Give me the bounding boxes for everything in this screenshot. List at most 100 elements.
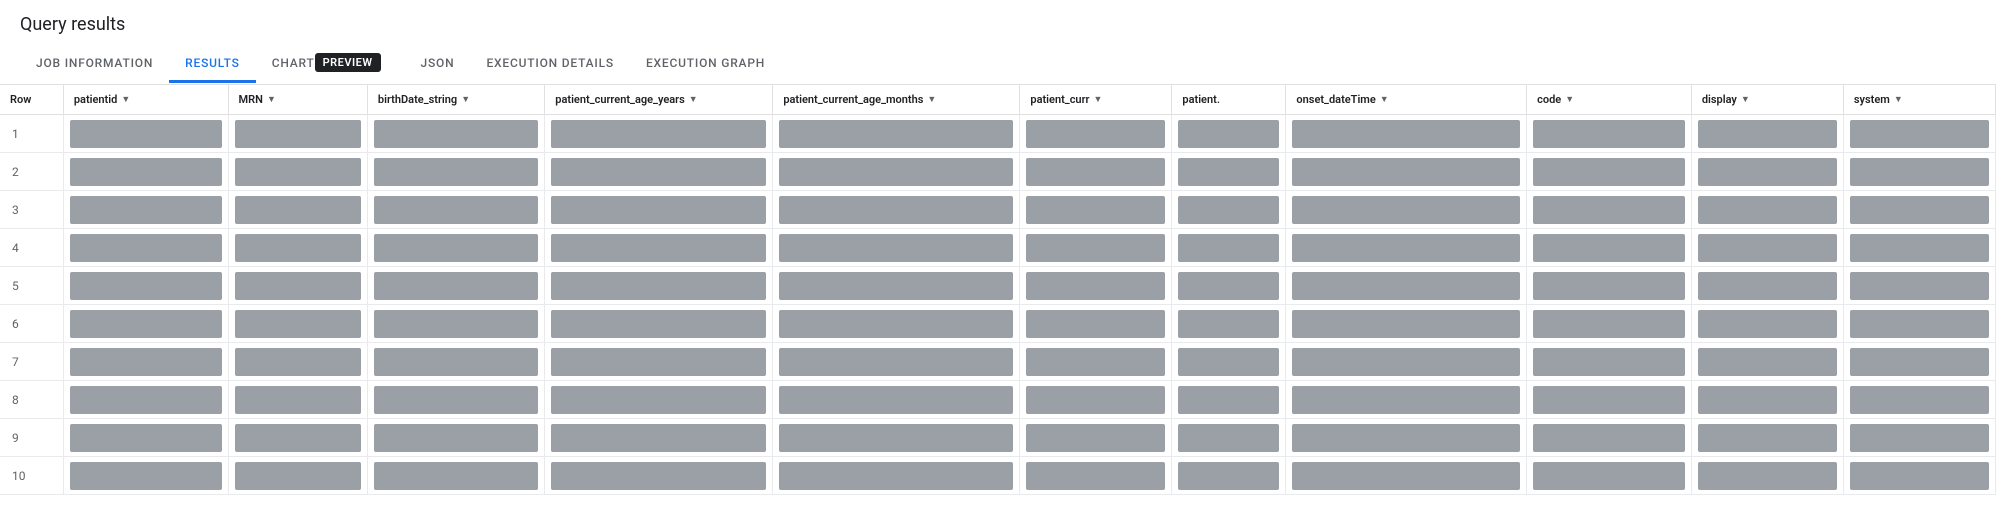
data-cell-patientid[interactable] [63, 153, 228, 191]
data-cell-patientid[interactable] [63, 267, 228, 305]
tab-json[interactable]: JSON [405, 46, 471, 83]
data-cell-code[interactable] [1527, 381, 1692, 419]
data-cell-system[interactable] [1843, 457, 1995, 495]
data-cell-display[interactable] [1691, 267, 1843, 305]
data-cell-birthdate_string[interactable] [367, 381, 544, 419]
data-cell-code[interactable] [1527, 229, 1692, 267]
data-cell-patient_current_age_months[interactable] [773, 191, 1020, 229]
data-cell-patientid[interactable] [63, 419, 228, 457]
data-cell-patient_curr[interactable] [1020, 229, 1172, 267]
patient-curr-resize[interactable] [1167, 85, 1171, 114]
data-cell-patient_curr[interactable] [1020, 153, 1172, 191]
data-cell-patientid[interactable] [63, 191, 228, 229]
data-cell-system[interactable] [1843, 267, 1995, 305]
chart-preview-group[interactable]: CHART PREVIEW [256, 43, 405, 85]
data-cell-mrn[interactable] [228, 419, 367, 457]
data-cell-birthdate_string[interactable] [367, 115, 544, 153]
data-cell-patientid[interactable] [63, 305, 228, 343]
age-months-dropdown-icon[interactable]: ▼ [927, 94, 936, 105]
data-cell-birthdate_string[interactable] [367, 153, 544, 191]
tab-results[interactable]: RESULTS [169, 46, 256, 83]
data-cell-display[interactable] [1691, 229, 1843, 267]
data-cell-mrn[interactable] [228, 115, 367, 153]
data-cell-patient_curr[interactable] [1020, 115, 1172, 153]
data-cell-patientid[interactable] [63, 381, 228, 419]
data-cell-patient_current_age_months[interactable] [773, 229, 1020, 267]
data-cell-onset_datetime[interactable] [1286, 115, 1527, 153]
data-cell-patient[interactable] [1172, 305, 1286, 343]
col-header-birthdate[interactable]: birthDate_string ▼ [367, 85, 544, 115]
data-cell-patient_current_age_years[interactable] [545, 267, 773, 305]
col-header-age-months[interactable]: patient_current_age_months ▼ [773, 85, 1020, 115]
data-cell-system[interactable] [1843, 153, 1995, 191]
data-cell-mrn[interactable] [228, 343, 367, 381]
data-cell-patient[interactable] [1172, 343, 1286, 381]
display-resize[interactable] [1839, 85, 1843, 114]
data-cell-onset_datetime[interactable] [1286, 381, 1527, 419]
data-cell-birthdate_string[interactable] [367, 305, 544, 343]
data-cell-patient_curr[interactable] [1020, 305, 1172, 343]
data-cell-birthdate_string[interactable] [367, 419, 544, 457]
data-cell-onset_datetime[interactable] [1286, 343, 1527, 381]
data-cell-patient[interactable] [1172, 229, 1286, 267]
data-cell-patient[interactable] [1172, 267, 1286, 305]
data-cell-patientid[interactable] [63, 343, 228, 381]
data-cell-display[interactable] [1691, 419, 1843, 457]
data-cell-code[interactable] [1527, 343, 1692, 381]
data-cell-patient_current_age_years[interactable] [545, 381, 773, 419]
data-cell-patient_current_age_months[interactable] [773, 267, 1020, 305]
data-cell-patientid[interactable] [63, 115, 228, 153]
data-cell-patient_curr[interactable] [1020, 381, 1172, 419]
data-cell-onset_datetime[interactable] [1286, 191, 1527, 229]
mrn-dropdown-icon[interactable]: ▼ [267, 94, 276, 105]
data-cell-system[interactable] [1843, 191, 1995, 229]
data-cell-patient_current_age_months[interactable] [773, 153, 1020, 191]
data-cell-mrn[interactable] [228, 267, 367, 305]
data-cell-mrn[interactable] [228, 191, 367, 229]
data-cell-onset_datetime[interactable] [1286, 229, 1527, 267]
data-cell-patientid[interactable] [63, 229, 228, 267]
system-resize[interactable] [1991, 85, 1995, 114]
data-cell-birthdate_string[interactable] [367, 457, 544, 495]
data-cell-birthdate_string[interactable] [367, 343, 544, 381]
tab-job-information[interactable]: JOB INFORMATION [20, 46, 169, 83]
data-cell-display[interactable] [1691, 153, 1843, 191]
data-cell-patient[interactable] [1172, 381, 1286, 419]
data-cell-code[interactable] [1527, 419, 1692, 457]
onset-dropdown-icon[interactable]: ▼ [1380, 94, 1389, 105]
data-cell-mrn[interactable] [228, 381, 367, 419]
patientid-resize[interactable] [224, 85, 228, 114]
data-cell-patient[interactable] [1172, 153, 1286, 191]
mrn-resize[interactable] [363, 85, 367, 114]
data-cell-patient_current_age_years[interactable] [545, 305, 773, 343]
table-container[interactable]: Row patientid ▼ MRN ▼ [0, 85, 1996, 495]
data-cell-onset_datetime[interactable] [1286, 457, 1527, 495]
data-cell-patient_curr[interactable] [1020, 419, 1172, 457]
data-cell-patient[interactable] [1172, 419, 1286, 457]
data-cell-patient_current_age_years[interactable] [545, 419, 773, 457]
data-cell-code[interactable] [1527, 191, 1692, 229]
data-cell-patient[interactable] [1172, 457, 1286, 495]
patient-curr-dropdown-icon[interactable]: ▼ [1093, 94, 1102, 105]
data-cell-onset_datetime[interactable] [1286, 305, 1527, 343]
data-cell-display[interactable] [1691, 381, 1843, 419]
data-cell-patient_curr[interactable] [1020, 267, 1172, 305]
data-cell-system[interactable] [1843, 343, 1995, 381]
data-cell-patient_current_age_months[interactable] [773, 115, 1020, 153]
data-cell-patient_current_age_years[interactable] [545, 229, 773, 267]
data-cell-onset_datetime[interactable] [1286, 419, 1527, 457]
age-years-dropdown-icon[interactable]: ▼ [689, 94, 698, 105]
data-cell-mrn[interactable] [228, 457, 367, 495]
system-dropdown-icon[interactable]: ▼ [1894, 94, 1903, 105]
data-cell-patient_current_age_years[interactable] [545, 153, 773, 191]
patientid-dropdown-icon[interactable]: ▼ [121, 94, 130, 105]
col-header-mrn[interactable]: MRN ▼ [228, 85, 367, 115]
data-cell-mrn[interactable] [228, 229, 367, 267]
data-cell-display[interactable] [1691, 343, 1843, 381]
data-cell-onset_datetime[interactable] [1286, 267, 1527, 305]
data-cell-display[interactable] [1691, 115, 1843, 153]
col-header-patient-curr[interactable]: patient_curr ▼ [1020, 85, 1172, 115]
data-cell-code[interactable] [1527, 457, 1692, 495]
data-cell-code[interactable] [1527, 267, 1692, 305]
tab-execution-graph[interactable]: EXECUTION GRAPH [630, 46, 781, 83]
